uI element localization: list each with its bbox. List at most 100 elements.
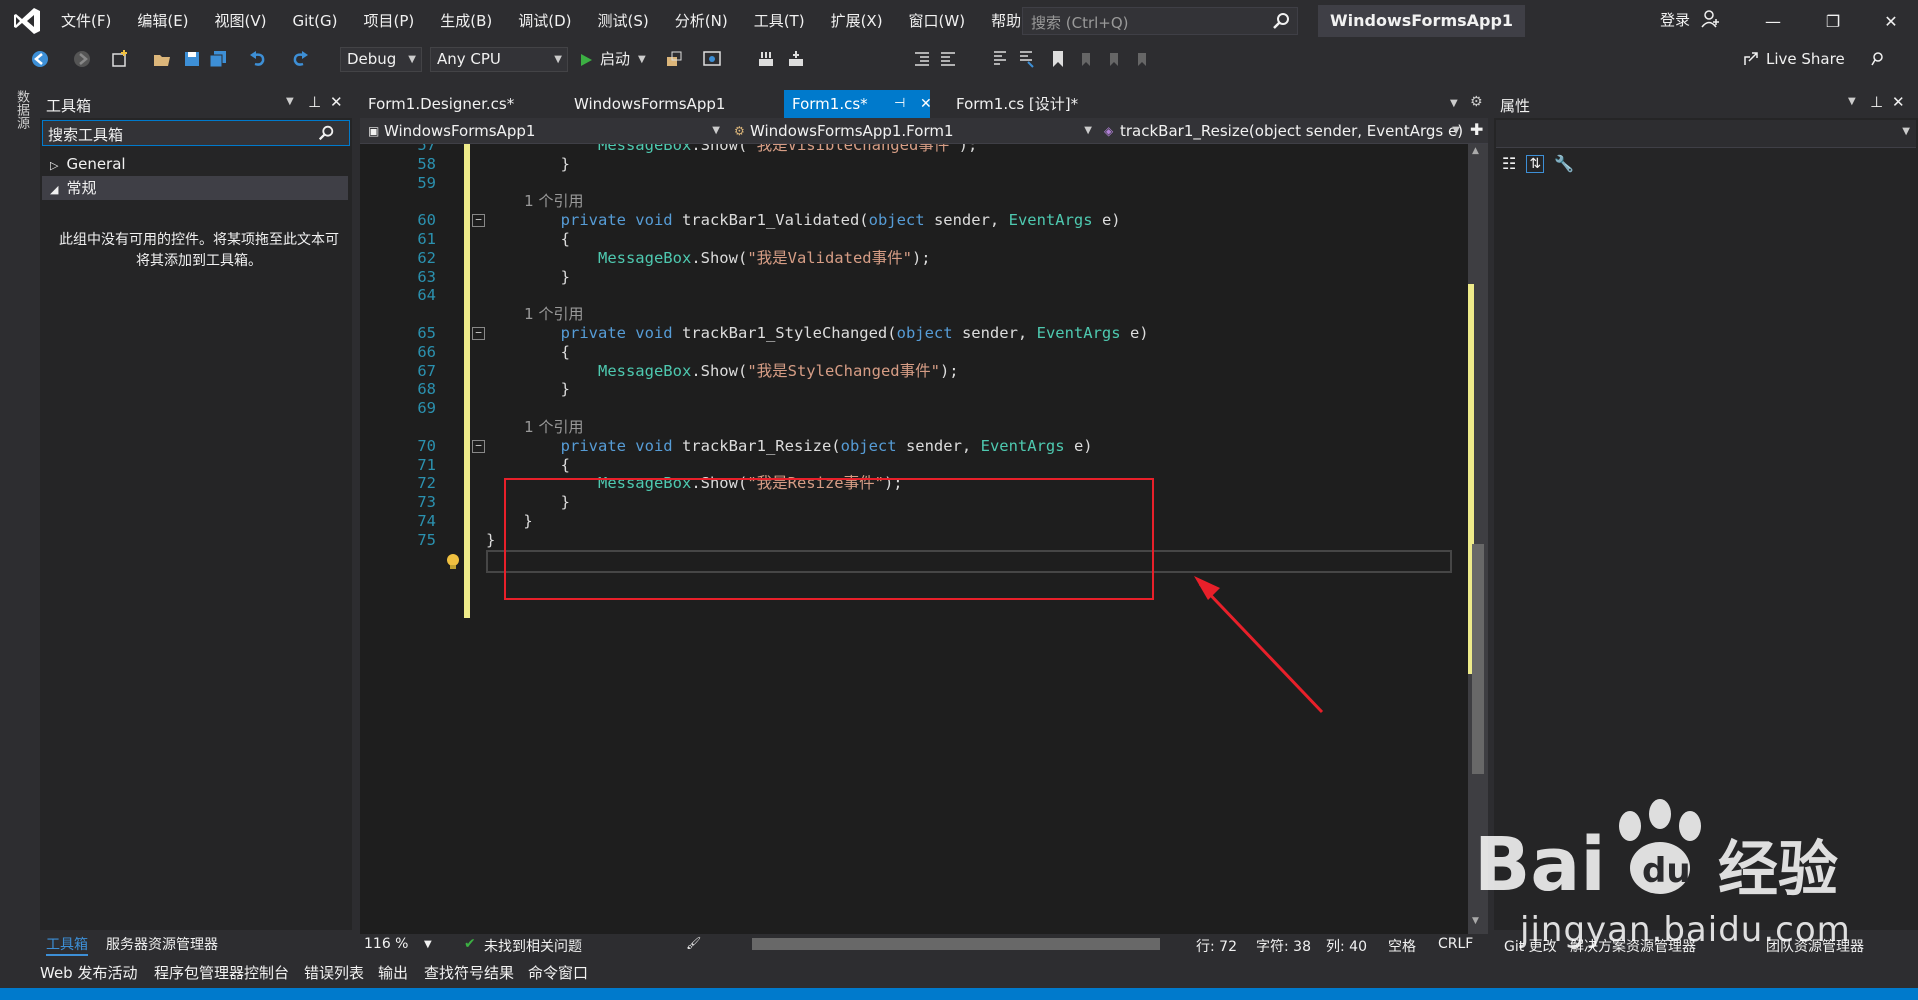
server-explorer-tab[interactable]: 服务器资源管理器: [106, 934, 218, 956]
toolbox-group-common[interactable]: ◢ 常规: [42, 176, 348, 200]
layout-icon[interactable]: [756, 49, 776, 69]
close-icon[interactable]: ✕: [1892, 93, 1905, 111]
tab-form1-design[interactable]: Form1.cs [设计]*: [948, 90, 1086, 118]
open-folder-icon[interactable]: [152, 49, 172, 69]
menu-item-1[interactable]: 编辑(E): [124, 0, 201, 42]
brush-icon[interactable]: 🖌: [686, 936, 701, 950]
pin-icon[interactable]: ⊣: [894, 90, 905, 118]
package-manager-console-tab[interactable]: 程序包管理器控制台: [154, 962, 289, 983]
member-dropdown[interactable]: ◈ trackBar1_Resize(object sender, EventA…: [1100, 120, 1464, 142]
indent-icon[interactable]: [912, 49, 932, 69]
chevron-down-icon[interactable]: ▼: [286, 96, 294, 107]
pin-icon[interactable]: ⊥: [308, 93, 321, 111]
error-list-tab[interactable]: 错误列表: [304, 962, 364, 983]
toolbox-bottom-tab[interactable]: 工具箱: [46, 934, 88, 956]
tab-windowsformsapp1[interactable]: WindowsFormsApp1: [566, 90, 733, 118]
gear-icon[interactable]: ⚙: [1470, 94, 1483, 110]
login-link[interactable]: 登录: [1660, 9, 1690, 30]
save-icon[interactable]: [182, 49, 202, 69]
tab-overflow-icon[interactable]: ▼: [1450, 98, 1458, 109]
outdent-icon[interactable]: [938, 49, 958, 69]
menu-item-5[interactable]: 生成(B): [427, 0, 505, 42]
close-icon[interactable]: ✕: [920, 90, 932, 118]
browser-link-icon[interactable]: [702, 49, 722, 69]
menu-item-8[interactable]: 分析(N): [662, 0, 741, 42]
menu-item-4[interactable]: 项目(P): [351, 0, 428, 42]
chevron-down-icon[interactable]: ▼: [1848, 96, 1856, 107]
user-icon[interactable]: [1700, 9, 1720, 29]
save-all-icon[interactable]: [208, 49, 228, 69]
comment-icon[interactable]: [990, 49, 1010, 69]
code-editor[interactable]: 57 MessageBox.Show("我是VisibleChanged事件")…: [360, 144, 1468, 934]
platform-select[interactable]: Any CPU ▼: [430, 47, 568, 72]
new-project-icon[interactable]: [110, 49, 130, 69]
align-icon[interactable]: [786, 49, 806, 69]
zoom-level[interactable]: 116 %: [364, 936, 408, 952]
project-dropdown[interactable]: ▣ WindowsFormsApp1 ▼: [364, 120, 724, 142]
class-dropdown[interactable]: ⚙ WindowsFormsApp1.Form1 ▼: [730, 120, 1096, 142]
output-tab[interactable]: 输出: [378, 962, 408, 983]
live-share-button[interactable]: Live Share: [1742, 50, 1887, 68]
close-icon[interactable]: ✕: [330, 93, 343, 111]
standard-toolbar: Debug ▼ Any CPU ▼ 启动 ▼: [0, 42, 1918, 76]
menu-item-9[interactable]: 工具(T): [741, 0, 818, 42]
scroll-up-icon[interactable]: ▲: [1472, 146, 1479, 156]
undo-icon[interactable]: [248, 49, 268, 69]
method-icon: ◈: [1104, 124, 1114, 138]
editor-horizontal-scrollbar-thumb[interactable]: [752, 938, 1160, 950]
next-bookmark-icon[interactable]: [1104, 49, 1124, 69]
menu-item-0[interactable]: 文件(F): [48, 0, 124, 42]
redo-icon[interactable]: [290, 49, 310, 69]
share-icon: [1744, 52, 1758, 65]
left-tool-strip: 数据源: [0, 84, 36, 934]
configuration-select[interactable]: Debug ▼: [340, 47, 422, 72]
minimize-icon[interactable]: —: [1750, 4, 1796, 38]
menu-item-7[interactable]: 测试(S): [585, 0, 662, 42]
split-editor-icon[interactable]: ✚: [1470, 120, 1483, 139]
properties-title: 属性: [1500, 97, 1531, 115]
uncomment-icon[interactable]: [1016, 49, 1036, 69]
properties-object-select[interactable]: ▼: [1496, 120, 1916, 148]
issues-status[interactable]: 未找到相关问题: [484, 936, 582, 956]
prev-bookmark-icon[interactable]: [1076, 49, 1096, 69]
bookmark-icon[interactable]: [1048, 49, 1068, 69]
toolbox-group-general[interactable]: ▷ General: [42, 152, 348, 176]
back-icon[interactable]: [30, 49, 50, 69]
feedback-icon[interactable]: [1869, 50, 1887, 68]
menu-item-2[interactable]: 视图(V): [202, 0, 280, 42]
svg-text:du: du: [1642, 851, 1691, 891]
whitespace-mode[interactable]: 空格: [1388, 936, 1416, 956]
tab-form1-cs[interactable]: Form1.cs* ⊣ ✕: [784, 90, 932, 118]
menu-item-6[interactable]: 调试(D): [505, 0, 584, 42]
data-sources-tab[interactable]: 数据源: [12, 90, 31, 129]
command-window-tab[interactable]: 命令窗口: [528, 962, 588, 983]
search-icon[interactable]: [317, 124, 335, 142]
chevron-down-icon: ▼: [554, 54, 562, 65]
close-icon[interactable]: ✕: [1868, 4, 1914, 38]
menu-item-11[interactable]: 窗口(W): [896, 0, 979, 42]
toolbox-header: 工具箱 ▼ ⊥ ✕: [40, 90, 352, 118]
chevron-down-icon[interactable]: ▼: [424, 939, 432, 950]
clear-bookmarks-icon[interactable]: [1132, 49, 1152, 69]
tab-form1-designer[interactable]: Form1.Designer.cs*: [360, 90, 522, 118]
search-input[interactable]: 搜索 (Ctrl+Q): [1022, 7, 1298, 35]
menu-item-10[interactable]: 扩展(X): [818, 0, 896, 42]
chevron-down-icon: ▼: [1902, 126, 1910, 137]
categorized-icon[interactable]: ☷: [1502, 154, 1516, 173]
chevron-down-icon: ▼: [1452, 125, 1460, 136]
alphabetical-icon[interactable]: ⇅: [1526, 154, 1545, 173]
web-publish-tab[interactable]: Web 发布活动: [40, 962, 137, 983]
search-icon[interactable]: [1271, 11, 1291, 31]
check-icon: ✔: [464, 936, 476, 952]
scrollbar-thumb[interactable]: [1472, 544, 1484, 774]
title-bar: 文件(F) 编辑(E) 视图(V) Git(G) 项目(P) 生成(B) 调试(D) 测试(S…: [0, 0, 1918, 42]
toolbox-search-input[interactable]: 搜索工具箱: [42, 120, 350, 146]
menu-item-3[interactable]: Git(G): [280, 0, 351, 42]
find-symbol-results-tab[interactable]: 查找符号结果: [424, 962, 514, 983]
restore-icon[interactable]: ❐: [1810, 4, 1856, 38]
attach-process-icon[interactable]: [664, 49, 684, 69]
pin-icon[interactable]: ⊥: [1870, 93, 1883, 111]
property-pages-icon[interactable]: 🔧: [1554, 154, 1574, 173]
start-button[interactable]: 启动 ▼: [578, 47, 646, 72]
forward-icon[interactable]: [72, 49, 92, 69]
